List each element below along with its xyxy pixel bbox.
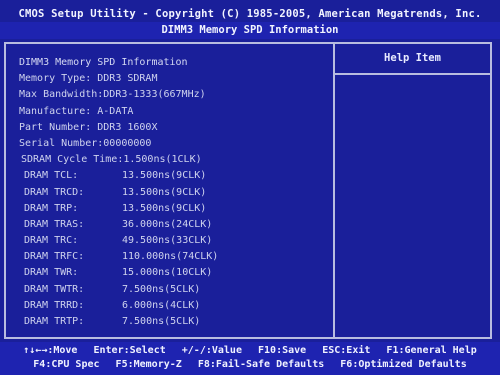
timing-row: DRAM TRRD: 6.000ns(4CLK) [19,298,329,314]
key-select: Enter:Select [93,345,166,356]
key-exit: ESC:Exit [322,345,371,356]
spd-info-panel: DIMM3 Memory SPD Information Memory Type… [19,55,329,330]
timing-value: 15.000ns(10CLK) [122,267,213,279]
max-bandwidth: Max Bandwidth:DDR3-1333(667MHz) [19,89,206,101]
memory-type: Memory Type: DDR3 SDRAM [19,73,158,85]
timing-row: DRAM TRCD: 13.500ns(9CLK) [19,185,329,201]
timing-label: DRAM TRFC: [24,251,85,263]
key-help-bar: ↑↓←→:Move Enter:Select +/-/:Value F10:Sa… [0,342,500,375]
timing-label: DRAM TRTP: [24,316,85,327]
timing-row: DRAM TCL: 13.500ns(9CLK) [19,168,329,184]
bios-screen: CMOS Setup Utility - Copyright (C) 1985-… [0,0,500,375]
timing-row: DRAM TRC: 49.500ns(33CLK) [19,233,329,249]
timing-value: 7.500ns(5CLK) [122,316,201,327]
timing-row: DRAM TWR: 15.000ns(10CLK) [19,265,329,281]
key-memory-z: F5:Memory-Z [115,359,182,370]
key-help-line-2: F4:CPU Spec F5:Memory-Z F8:Fail-Safe Def… [0,359,500,370]
timing-value: 13.500ns(9CLK) [122,202,207,214]
key-help-line-1: ↑↓←→:Move Enter:Select +/-/:Value F10:Sa… [0,345,500,356]
timing-value: 110.000ns(74CLK) [122,251,219,263]
key-fail-safe: F8:Fail-Safe Defaults [197,359,325,370]
timing-value: 6.000ns(4CLK) [122,299,201,311]
key-cpu-spec: F4:CPU Spec [33,359,100,370]
timing-label: DRAM TRRD: [24,299,85,311]
page-title: DIMM3 Memory SPD Information [161,24,339,36]
timing-label: DRAM TRAS: [24,218,85,230]
timing-value: 13.500ns(9CLK) [122,170,207,182]
manufacture: Manufacture: A-DATA [19,105,134,117]
key-optimized: F6:Optimized Defaults [340,359,467,370]
timing-label: DRAM TWR: [24,267,79,279]
part-number: Part Number: DDR3 1600X [19,121,158,133]
timing-value: 7.500ns(5CLK) [122,283,201,295]
key-save: F10:Save [258,345,307,356]
timing-label: DRAM TRP: [24,202,79,214]
timing-row: DRAM TWTR: 7.500ns(5CLK) [19,282,329,298]
timing-row: DRAM TRFC: 110.000ns(74CLK) [19,249,329,265]
panel-divider [333,42,335,339]
timing-value: 49.500ns(33CLK) [122,235,213,247]
key-value: +/-/:Value [181,345,242,356]
serial-number: Serial Number:00000000 [19,137,152,149]
timing-label: DRAM TWTR: [24,283,85,295]
help-separator [335,73,490,75]
help-item-title: Help Item [384,52,441,64]
timing-label: DRAM TRCD: [24,186,85,198]
sdram-cycle-time: SDRAM Cycle Time:1.500ns(1CLK) [21,154,202,166]
timing-row: DRAM TRP: 13.500ns(9CLK) [19,201,329,217]
page-title-bar: DIMM3 Memory SPD Information [0,22,500,39]
bios-title: CMOS Setup Utility - Copyright (C) 1985-… [18,8,482,20]
timing-label: DRAM TCL: [24,170,79,182]
timing-value: 13.500ns(9CLK) [122,186,207,198]
key-general-help: F1:General Help [386,345,477,356]
timing-row: DRAM TRAS: 36.000ns(24CLK) [19,217,329,233]
timing-row: DRAM TRTP: 7.500ns(5CLK) [19,314,329,330]
timing-value: 36.000ns(24CLK) [122,218,213,230]
spd-heading: DIMM3 Memory SPD Information [19,57,188,68]
key-move: ↑↓←→:Move [23,345,78,356]
timing-label: DRAM TRC: [24,235,79,247]
